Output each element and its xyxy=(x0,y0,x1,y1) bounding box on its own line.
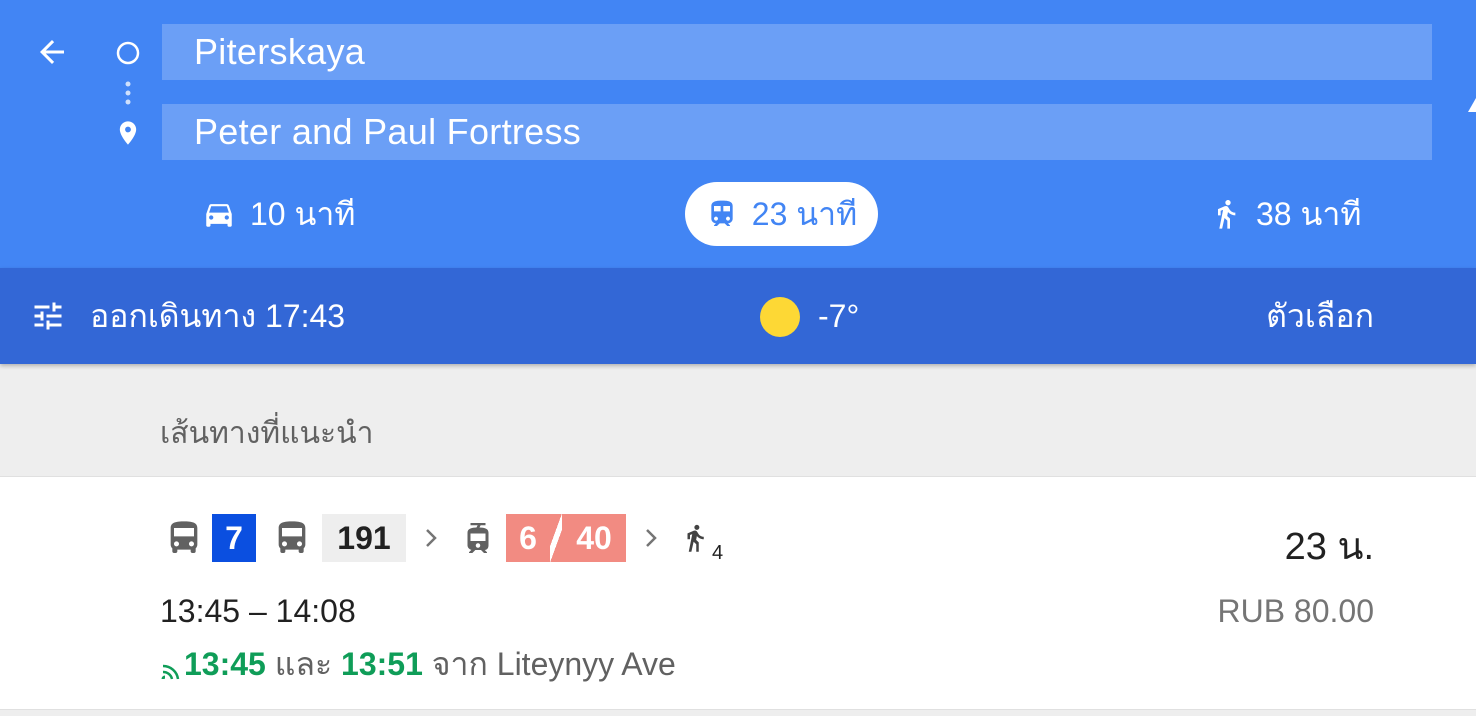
route-times: 13:45 – 14:08 xyxy=(160,593,356,629)
route-fare: RUB 80.00 xyxy=(1217,593,1374,629)
sun-icon xyxy=(760,297,800,337)
options-bar: ออกเดินทาง 17:43 ตัวเลือก xyxy=(0,268,1476,364)
back-button[interactable] xyxy=(30,30,74,74)
walk-minutes: 4 xyxy=(712,542,724,564)
chevron-right-icon xyxy=(644,527,658,549)
bus-icon xyxy=(272,516,312,560)
tram-line-a: 6 xyxy=(506,514,550,562)
walk-icon xyxy=(1210,197,1242,231)
section-title: เส้นทางที่แนะนำ xyxy=(160,417,374,450)
realtime-from: จาก Liteynyy Ave xyxy=(431,646,676,682)
transit-time: 23 นาที xyxy=(751,195,858,232)
bus-icon xyxy=(164,516,204,560)
realtime-and: และ xyxy=(274,646,333,682)
bus-line-badge: 7 xyxy=(212,514,256,562)
car-icon xyxy=(202,197,236,231)
route-duration: 23 น. xyxy=(1284,526,1374,568)
directions-header: Piterskaya Peter and Paul Fortress 10 นา… xyxy=(0,0,1476,268)
tune-icon[interactable] xyxy=(30,298,66,334)
realtime-time-2: 13:51 xyxy=(341,646,423,682)
mode-driving-tab[interactable]: 10 นาที xyxy=(202,182,355,246)
line-separator xyxy=(550,514,562,562)
tram-line-b: 40 xyxy=(562,514,626,562)
route-steps: 7 191 6 40 4 xyxy=(164,513,724,564)
chevron-right-icon xyxy=(424,527,438,549)
tram-line-badge: 6 40 xyxy=(506,514,626,562)
destination-pin-icon xyxy=(119,121,137,145)
mode-transit-tab[interactable]: 23 นาที xyxy=(685,182,878,246)
realtime-signal-icon xyxy=(161,664,180,679)
options-button[interactable]: ตัวเลือก xyxy=(1266,268,1374,364)
tram-icon xyxy=(460,515,496,561)
realtime-departures: 13:45 และ 13:51 จาก Liteynyy Ave xyxy=(160,639,676,690)
mode-walking-tab[interactable]: 38 นาที xyxy=(1210,182,1361,246)
walk-icon xyxy=(680,515,710,561)
walking-time: 38 นาที xyxy=(1256,195,1362,232)
bus-line-badge: 191 xyxy=(322,514,406,562)
driving-time: 10 นาที xyxy=(250,195,356,232)
destination-input[interactable]: Peter and Paul Fortress xyxy=(162,104,1432,160)
swap-icon[interactable] xyxy=(1466,98,1476,124)
route-card[interactable]: 7 191 6 40 4 23 น. 13:45 – 14:08 RUB 80.… xyxy=(0,476,1476,710)
route-dots-icon xyxy=(125,81,131,105)
realtime-time-1: 13:45 xyxy=(184,646,266,682)
transit-icon xyxy=(706,198,738,230)
arrow-back-icon xyxy=(40,40,64,64)
origin-circle-icon xyxy=(116,41,140,65)
origin-input[interactable]: Piterskaya xyxy=(162,24,1432,80)
temperature: -7° xyxy=(818,297,860,334)
depart-time-button[interactable]: ออกเดินทาง 17:43 xyxy=(90,268,345,364)
